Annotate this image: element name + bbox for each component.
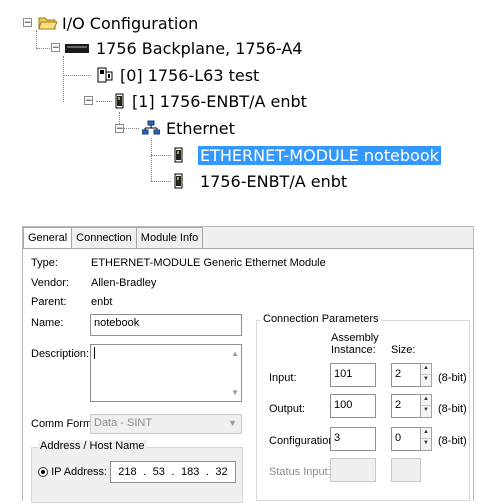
status-input-instance-field[interactable] <box>330 458 376 482</box>
description-textarea[interactable]: ▲ ▼ <box>90 344 242 402</box>
name-label: Name: <box>31 317 64 329</box>
module-icon <box>173 173 185 189</box>
output-unit: (8-bit) <box>438 403 467 415</box>
status-input-label: Status Input: <box>269 466 331 478</box>
output-instance-field[interactable]: 100 <box>330 394 376 418</box>
type-label: Type: <box>31 257 58 269</box>
tree-node-io-configuration[interactable]: I/O Configuration <box>38 11 198 35</box>
ip-octet-1: 218 <box>118 466 137 478</box>
parent-value: enbt <box>91 296 113 308</box>
configuration-size-field[interactable]: 0 <box>391 427 421 451</box>
ip-octet-4: 32 <box>215 466 228 478</box>
configuration-row-label: Configuration: <box>269 435 338 447</box>
configuration-instance-field[interactable]: 3 <box>330 427 376 451</box>
tree-node-slot1-enbt[interactable]: [1] 1756-ENBT/A enbt <box>114 89 307 113</box>
collapse-toggle-slot1[interactable]: − <box>84 96 93 106</box>
collapse-toggle-root[interactable]: − <box>23 18 32 28</box>
assembly-header: Assembly <box>331 332 379 344</box>
address-group-title: Address / Host Name <box>38 440 147 452</box>
tree-node-ethernet-module-notebook[interactable]: ETHERNET-MODULE notebook <box>173 143 441 167</box>
backplane-icon <box>64 40 90 56</box>
parent-label: Parent: <box>31 296 67 308</box>
collapse-toggle-ethernet[interactable]: − <box>115 124 124 134</box>
instance-header: Instance: <box>331 344 376 356</box>
tree-label-slot1: [1] 1756-ENBT/A enbt <box>132 91 307 111</box>
tree-label-slot0: [0] 1756-L63 test <box>120 65 260 85</box>
connection-parameters-title: Connection Parameters <box>261 313 381 325</box>
spin-up-icon[interactable]: ▲ <box>421 364 431 375</box>
vendor-label: Vendor: <box>31 277 69 289</box>
configuration-unit: (8-bit) <box>438 435 467 447</box>
input-size-spinner[interactable]: ▲ ▼ <box>420 363 432 387</box>
module-icon <box>173 147 185 163</box>
network-icon <box>141 120 161 136</box>
spin-up-icon[interactable]: ▲ <box>421 395 431 406</box>
scroll-down-arrow-icon[interactable]: ▼ <box>231 388 239 397</box>
tree-label-ethernet: Ethernet <box>166 118 235 138</box>
tab-connection[interactable]: Connection <box>71 227 137 248</box>
ip-address-radio[interactable] <box>38 467 48 478</box>
name-input[interactable]: notebook <box>90 314 242 336</box>
ip-address-label: IP Address: <box>51 466 108 478</box>
output-row-label: Output: <box>269 403 306 415</box>
tree-label-io-configuration: I/O Configuration <box>62 13 199 33</box>
size-header: Size: <box>391 344 416 356</box>
output-size-spinner[interactable]: ▲ ▼ <box>420 394 432 418</box>
tree-node-ethernet[interactable]: Ethernet <box>141 116 235 140</box>
ip-octet-2: 53 <box>152 466 165 478</box>
tree-label-backplane: 1756 Backplane, 1756-A4 <box>96 38 303 58</box>
configuration-size-spinner[interactable]: ▲ ▼ <box>420 427 432 451</box>
type-value: ETHERNET-MODULE Generic Ethernet Module <box>91 257 326 269</box>
input-instance-field[interactable]: 101 <box>330 363 376 387</box>
spin-down-icon[interactable]: ▼ <box>421 439 431 450</box>
input-row-label: Input: <box>269 372 297 384</box>
ip-dot: . <box>205 466 209 478</box>
tree-node-backplane[interactable]: 1756 Backplane, 1756-A4 <box>64 36 302 60</box>
collapse-toggle-backplane[interactable]: − <box>51 43 60 53</box>
io-configuration-tree: − I/O Configuration − 1756 Backplane, 17… <box>0 0 500 205</box>
status-input-size-field[interactable] <box>391 458 421 482</box>
tree-node-enbt-module[interactable]: 1756-ENBT/A enbt <box>173 169 347 193</box>
module-properties-dialog: General Connection Module Info Type: ETH… <box>22 226 474 503</box>
scroll-up-arrow-icon[interactable]: ▲ <box>231 349 239 358</box>
ip-dot: . <box>143 466 147 478</box>
connection-parameters-group: Connection Parameters Assembly Instance:… <box>256 313 470 501</box>
input-size-field[interactable]: 2 <box>391 363 421 387</box>
comm-format-select[interactable]: Data - SINT ▼ <box>90 414 242 434</box>
tree-label-enbt-module: 1756-ENBT/A enbt <box>200 171 348 191</box>
tab-module-info[interactable]: Module Info <box>135 227 204 248</box>
address-host-group: Address / Host Name IP Address: 218 . 53… <box>31 440 243 503</box>
controller-icon <box>96 67 114 83</box>
tree-node-slot0-controller[interactable]: [0] 1756-L63 test <box>96 63 259 87</box>
spin-up-icon[interactable]: ▲ <box>421 428 431 439</box>
ip-address-input[interactable]: 218 . 53 . 183 . 32 <box>110 461 236 483</box>
tab-general[interactable]: General <box>23 227 73 249</box>
folder-open-icon <box>38 15 58 31</box>
ip-dot: . <box>171 466 175 478</box>
tree-label-selected-module: ETHERNET-MODULE notebook <box>198 145 441 165</box>
description-label: Description: <box>31 348 90 360</box>
vendor-value: Allen-Bradley <box>91 277 157 289</box>
comm-format-value: Data - SINT <box>94 417 153 429</box>
text-caret <box>94 347 95 360</box>
input-unit: (8-bit) <box>438 372 467 384</box>
output-size-field[interactable]: 2 <box>391 394 421 418</box>
ip-address-option[interactable]: IP Address: <box>38 466 107 478</box>
tab-strip: General Connection Module Info <box>23 227 204 249</box>
chevron-down-icon: ▼ <box>228 418 237 428</box>
spin-down-icon[interactable]: ▼ <box>421 406 431 417</box>
spin-down-icon[interactable]: ▼ <box>421 375 431 386</box>
ip-octet-3: 183 <box>180 466 200 478</box>
module-icon <box>114 93 126 109</box>
general-tab-panel: Type: ETHERNET-MODULE Generic Ethernet M… <box>23 248 473 503</box>
